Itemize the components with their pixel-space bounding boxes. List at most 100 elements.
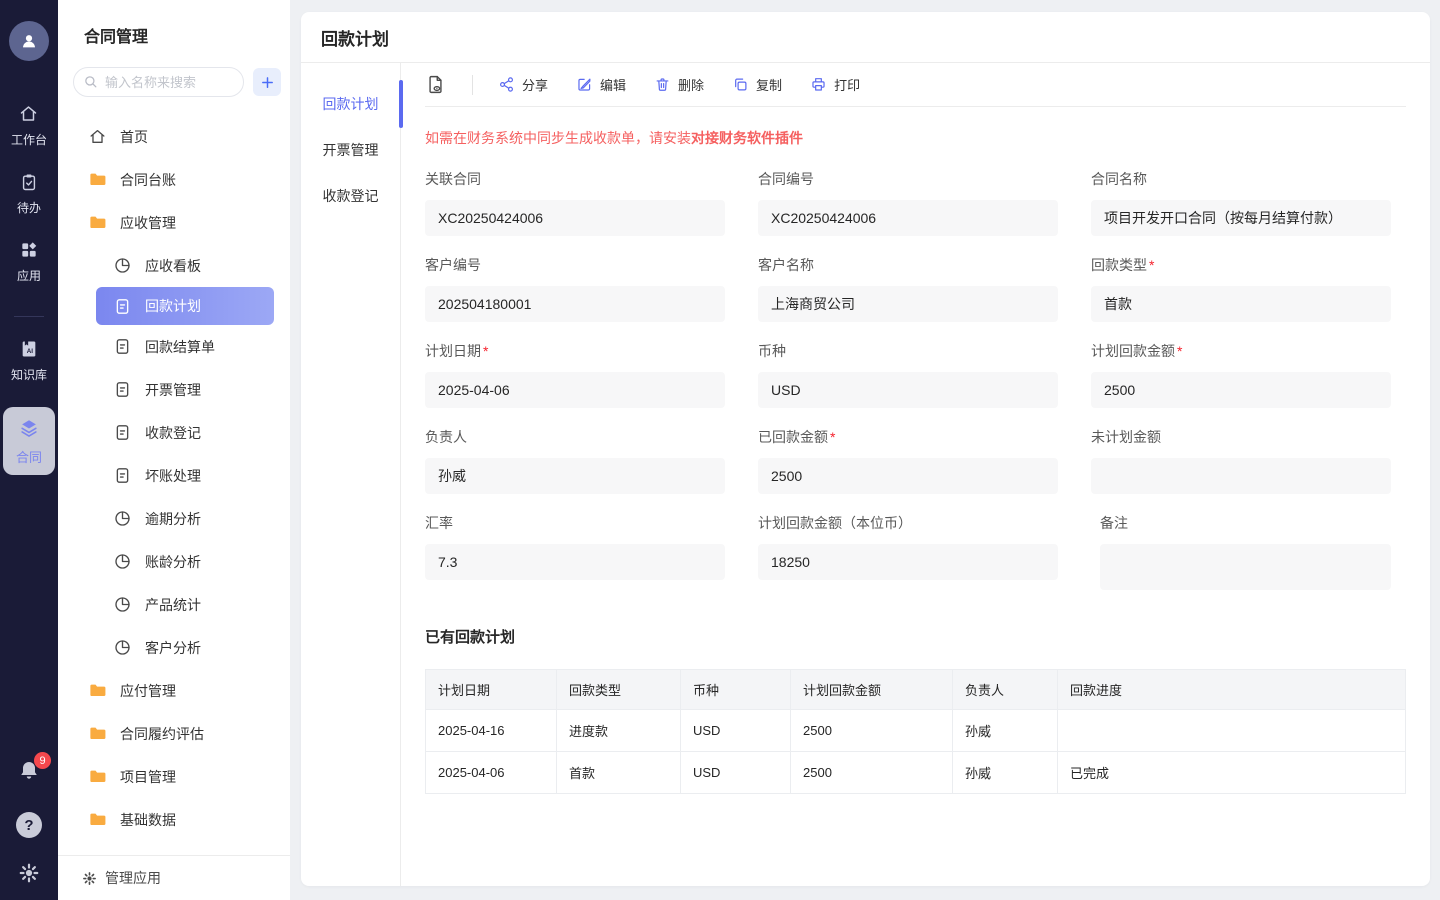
sidebar-item-product-stats[interactable]: 产品统计 [58, 583, 290, 626]
rail-top-items: 工作台待办应用 [11, 103, 47, 308]
print-icon [810, 76, 827, 93]
table-cell: 2500 [791, 752, 953, 794]
sidebar-item-label: 应付管理 [120, 681, 176, 701]
sidebar-item-payment-plan[interactable]: 回款计划 [96, 287, 274, 325]
customer-no-input[interactable]: 202504180001 [425, 286, 725, 322]
sidebar-item-payment-statement[interactable]: 回款结算单 [58, 325, 290, 368]
table-cell [1058, 710, 1406, 752]
contract-name-input[interactable]: 项目开发开口合同（按每月结算付款） [1091, 200, 1391, 236]
settings-gear-button[interactable] [18, 862, 40, 884]
doc-icon [113, 466, 132, 485]
plan-amount-input[interactable]: 2500 [1091, 372, 1391, 408]
sidebar-item-payable-mgmt[interactable]: 应付管理 [58, 669, 290, 712]
rail-item-apps[interactable]: 应用 [11, 240, 47, 284]
field-label: 合同名称 [1091, 169, 1391, 189]
folder-icon [88, 170, 107, 189]
folder-icon [88, 681, 107, 700]
pie-icon [113, 638, 132, 657]
related-contract-input[interactable]: XC20250424006 [425, 200, 725, 236]
gear-icon [82, 871, 97, 886]
rail-item-knowledge[interactable]: AI知识库 [3, 339, 55, 383]
payment-plan-form: 关联合同XC20250424006合同编号XC20250424006合同名称项目… [425, 169, 1406, 590]
sidebar-item-invoice-mgmt[interactable]: 开票管理 [58, 368, 290, 411]
rail-item-label: 应用 [17, 267, 41, 284]
share-button[interactable]: 分享 [498, 75, 548, 94]
received-amount-input[interactable]: 2500 [758, 458, 1058, 494]
edit-button[interactable]: 编辑 [576, 75, 626, 94]
column-header: 回款类型 [557, 670, 681, 710]
doc-icon [113, 423, 132, 442]
sidebar-item-label: 收款登记 [145, 423, 201, 443]
plan-date-input[interactable]: 2025-04-06 [425, 372, 725, 408]
customer-name-input[interactable]: 上海商贸公司 [758, 286, 1058, 322]
sidebar-item-contract-ledger[interactable]: 合同台账 [58, 158, 290, 201]
rail-item-todo[interactable]: 待办 [11, 172, 47, 216]
print-button[interactable]: 打印 [810, 75, 860, 94]
notifications-button[interactable]: 9 [17, 759, 41, 788]
sidebar-item-label: 应收看板 [145, 256, 201, 276]
rail-item-label: 待办 [17, 199, 41, 216]
field-exchange-rate: 汇率7.3 [425, 513, 725, 590]
home-icon [18, 103, 39, 124]
sidebar-item-label: 基础数据 [120, 810, 176, 830]
preview-document-button[interactable] [425, 74, 446, 95]
delete-button[interactable]: 删除 [654, 75, 704, 94]
sidebar-item-overdue-analysis[interactable]: 逾期分析 [58, 497, 290, 540]
plan-amount-base-input[interactable]: 18250 [758, 544, 1058, 580]
owner-input[interactable]: 孙威 [425, 458, 725, 494]
tab-receipt-register[interactable]: 收款登记 [301, 173, 400, 219]
column-header: 回款进度 [1058, 670, 1406, 710]
field-customer-no: 客户编号 202504180001 [425, 255, 725, 322]
currency-input[interactable]: USD [758, 372, 1058, 408]
add-button[interactable] [253, 68, 281, 96]
copy-button[interactable]: 复制 [732, 75, 782, 94]
manage-apps-button[interactable]: 管理应用 [58, 855, 290, 900]
sidebar-item-baddebt[interactable]: 坏账处理 [58, 454, 290, 497]
exchange-rate-input[interactable]: 7.3 [425, 544, 725, 580]
folder-icon [88, 810, 107, 829]
avatar[interactable] [9, 21, 49, 61]
required-asterisk: * [830, 429, 835, 445]
contract-no-input[interactable]: XC20250424006 [758, 200, 1058, 236]
rail-item-label: 知识库 [11, 366, 47, 383]
toolbar: 分享 编辑 删除 复制 打印 [425, 63, 1406, 107]
field-owner: 负责人孙威 [425, 427, 725, 494]
search-input[interactable] [73, 67, 244, 97]
sidebar-item-aging-analysis[interactable]: 账龄分析 [58, 540, 290, 583]
notification-badge: 9 [34, 752, 51, 769]
table-cell: 孙威 [953, 752, 1058, 794]
plugin-link[interactable]: 对接财务软件插件 [691, 130, 803, 146]
sidebar-item-performance-eval[interactable]: 合同履约评估 [58, 712, 290, 755]
detail-subnav: 回款计划开票管理收款登记 [301, 63, 401, 886]
sidebar-item-label: 开票管理 [145, 380, 201, 400]
rail-item-contract[interactable]: 合同 [3, 407, 55, 475]
help-button[interactable]: ? [16, 812, 42, 838]
field-plan-amount: 计划回款金额*2500 [1091, 341, 1391, 408]
sidebar-item-base-data[interactable]: 基础数据 [58, 798, 290, 841]
tab-invoice-mgmt[interactable]: 开票管理 [301, 127, 400, 173]
sidebar-item-home[interactable]: 首页 [58, 115, 290, 158]
folder-icon [88, 724, 107, 743]
pie-icon [113, 595, 132, 614]
field-label: 未计划金额 [1091, 427, 1391, 447]
table-header-row: 计划日期回款类型币种计划回款金额负责人回款进度 [426, 670, 1406, 710]
sidebar-item-receivable-mgmt[interactable]: 应收管理 [58, 201, 290, 244]
sidebar-item-receipt-register[interactable]: 收款登记 [58, 411, 290, 454]
search-icon [83, 74, 98, 89]
sidebar-item-project-mgmt[interactable]: 项目管理 [58, 755, 290, 798]
rail-item-label: 工作台 [11, 131, 47, 148]
folder-icon [88, 213, 107, 232]
tab-payment-plan[interactable]: 回款计划 [301, 81, 400, 127]
toolbar-button-label: 分享 [522, 75, 548, 94]
unplanned-amount-input[interactable] [1091, 458, 1391, 494]
table-cell: 孙威 [953, 710, 1058, 752]
sidebar-item-label: 合同履约评估 [120, 724, 204, 744]
sidebar-item-customer-analysis[interactable]: 客户分析 [58, 626, 290, 669]
rail-item-workbench[interactable]: 工作台 [11, 103, 47, 148]
remark-input[interactable] [1100, 544, 1391, 590]
payment-type-input[interactable]: 首款 [1091, 286, 1391, 322]
sidebar-search [73, 67, 244, 97]
field-label: 客户编号 [425, 255, 725, 275]
doc-icon [113, 297, 132, 316]
sidebar-item-receivable-board[interactable]: 应收看板 [58, 244, 290, 287]
